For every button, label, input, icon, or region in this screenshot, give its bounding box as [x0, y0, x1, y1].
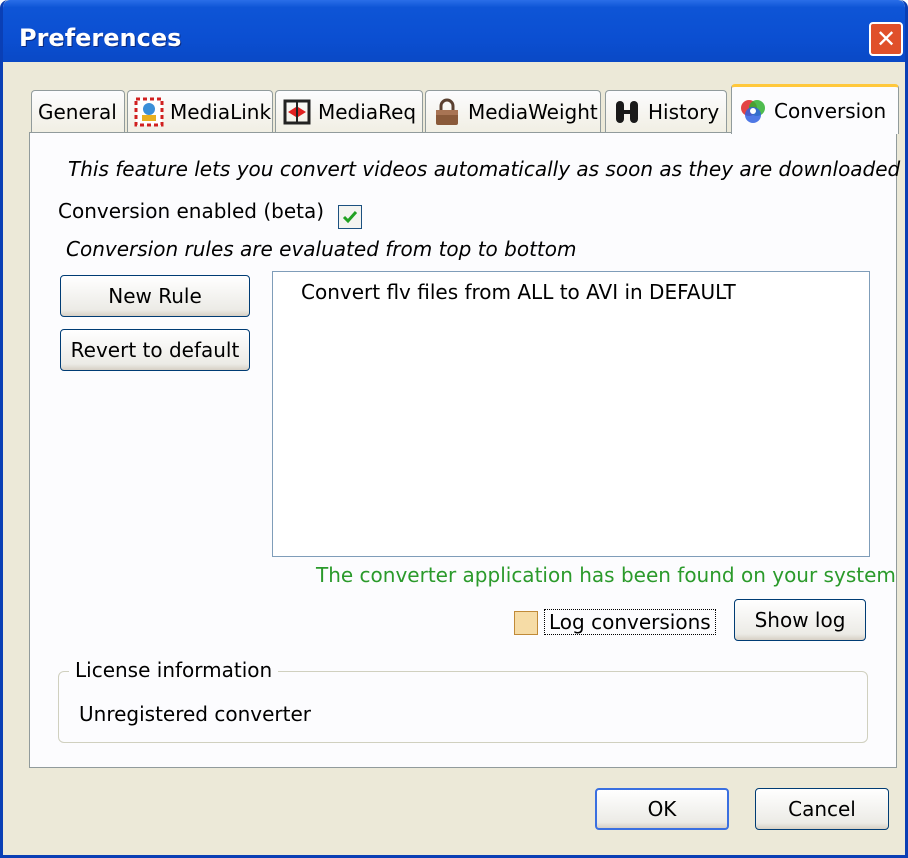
mediareq-icon	[282, 97, 312, 127]
converter-status: The converter application has been found…	[316, 563, 896, 587]
log-conversions-label[interactable]: Log conversions	[544, 609, 716, 635]
close-icon: ✕	[875, 25, 897, 53]
padlock-weight-icon	[432, 97, 462, 127]
preferences-window: Preferences ✕ General MediaLink MediaReq…	[0, 0, 908, 858]
tab-label: History	[648, 99, 720, 124]
title-bar[interactable]: Preferences ✕	[3, 0, 905, 62]
close-button[interactable]: ✕	[869, 22, 903, 56]
ok-button[interactable]: OK	[595, 788, 729, 830]
cancel-button[interactable]: Cancel	[755, 788, 889, 830]
conversion-rules-list[interactable]: Convert flv files from ALL to AVI in DEF…	[272, 271, 870, 557]
rules-note: Conversion rules are evaluated from top …	[66, 237, 577, 261]
conversion-icon	[738, 96, 768, 126]
feature-description: This feature lets you convert videos aut…	[68, 157, 901, 181]
tab-label: General	[38, 99, 117, 124]
tab-medialink[interactable]: MediaLink	[127, 90, 273, 132]
revert-to-default-button[interactable]: Revert to default	[60, 329, 250, 371]
tab-label: Conversion	[774, 98, 887, 123]
conversion-panel: This feature lets you convert videos aut…	[29, 132, 901, 768]
show-log-button[interactable]: Show log	[734, 599, 866, 641]
license-groupbox: License information Unregistered convert…	[58, 658, 868, 743]
tab-label: MediaLink	[170, 99, 272, 124]
tab-general[interactable]: General	[31, 90, 125, 132]
history-icon	[612, 97, 642, 127]
tab-mediaweight[interactable]: MediaWeight	[425, 90, 601, 132]
conversion-enabled-checkbox[interactable]	[338, 205, 362, 229]
log-conversions-checkbox[interactable]	[514, 611, 538, 635]
tab-label: MediaReq	[318, 99, 417, 124]
tab-history[interactable]: History	[605, 90, 727, 132]
window-title: Preferences	[19, 24, 182, 52]
license-value: Unregistered converter	[79, 702, 312, 726]
conversion-enabled-label: Conversion enabled (beta)	[58, 199, 325, 223]
checkmark-icon	[342, 211, 358, 224]
tab-label: MediaWeight	[468, 99, 598, 124]
medialink-icon	[134, 97, 164, 127]
tab-mediareq[interactable]: MediaReq	[275, 90, 423, 132]
license-title: License information	[69, 658, 279, 682]
new-rule-button[interactable]: New Rule	[60, 275, 250, 317]
list-item[interactable]: Convert flv files from ALL to AVI in DEF…	[301, 280, 736, 304]
tab-conversion[interactable]: Conversion	[731, 84, 899, 134]
